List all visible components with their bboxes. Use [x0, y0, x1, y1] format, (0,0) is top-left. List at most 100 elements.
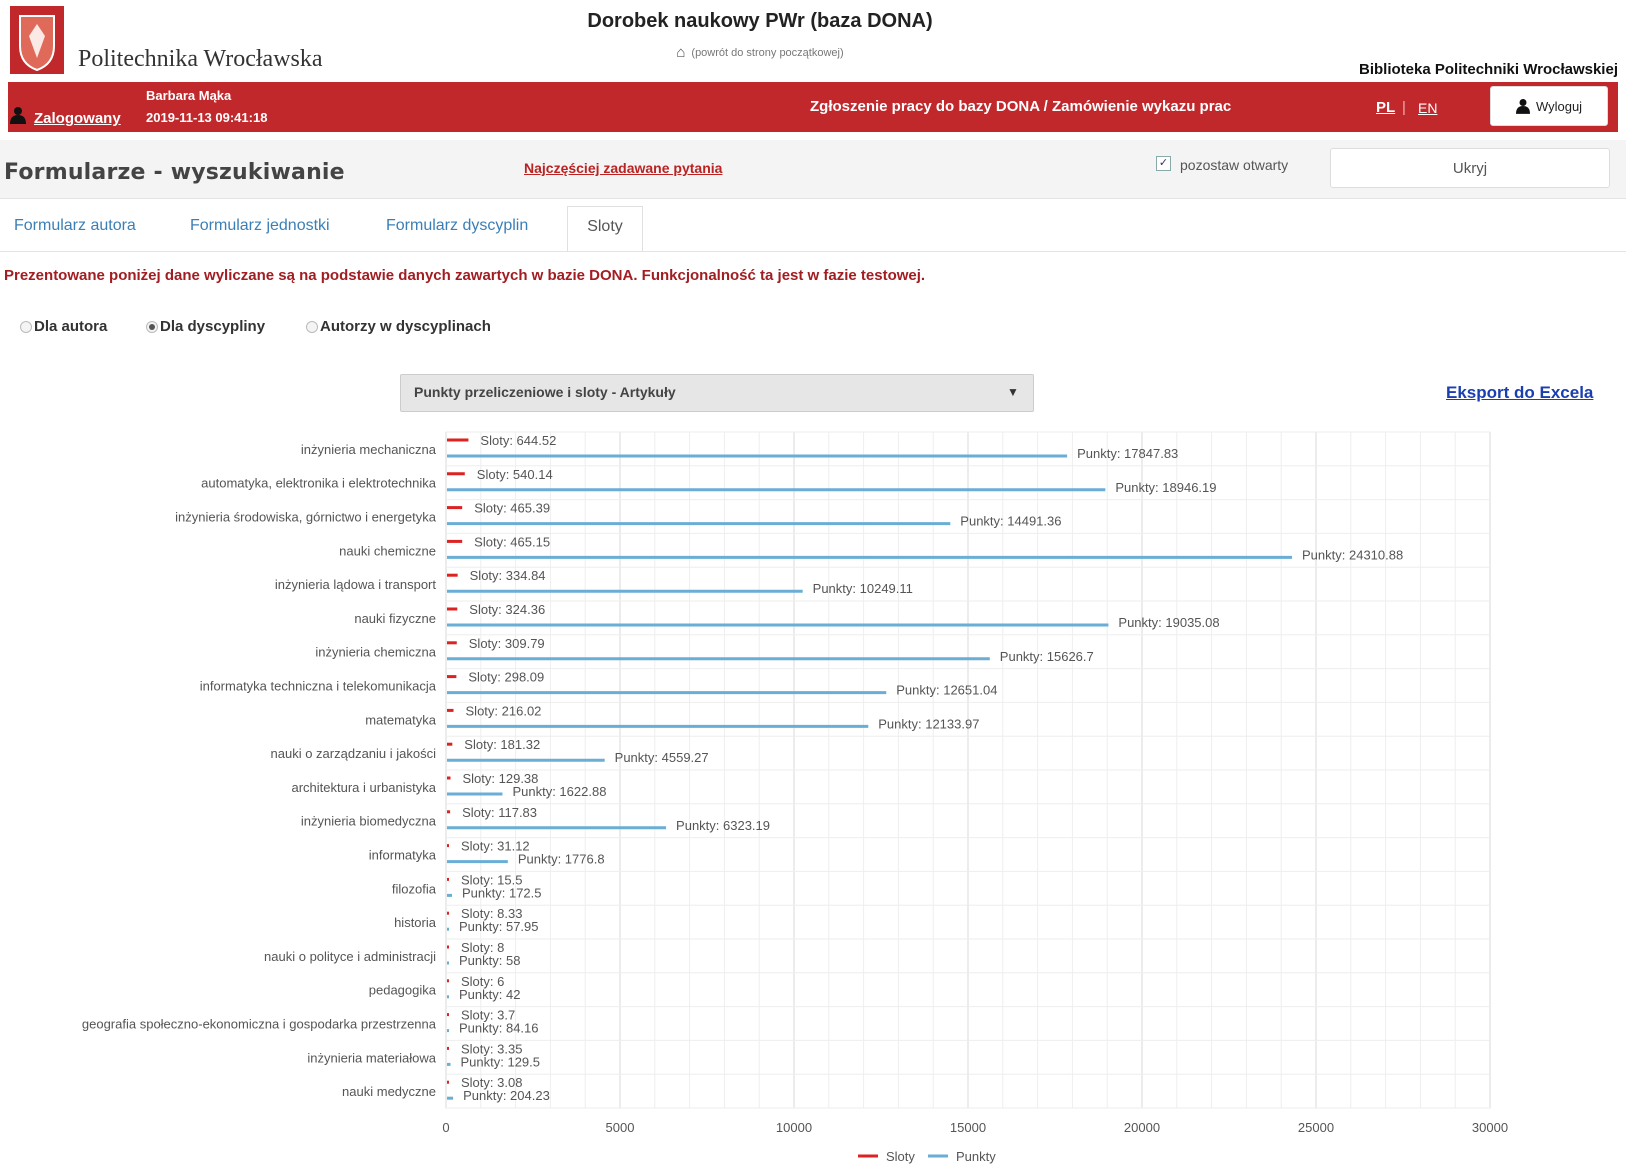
- points-data-label: Punkty: 1622.88: [512, 784, 606, 799]
- category-label: architektura i urbanistyka: [291, 780, 436, 795]
- library-name: Biblioteka Politechniki Wrocławskiej: [1359, 61, 1618, 78]
- x-tick-label: 20000: [1124, 1120, 1160, 1135]
- points-data-label: Punkty: 84.16: [459, 1021, 539, 1036]
- logged-in-link[interactable]: Zalogowany: [34, 110, 121, 127]
- slots-data-label: Sloty: 334.84: [470, 568, 546, 583]
- home-link[interactable]: ⌂ (powrót do strony początkowej): [0, 44, 1520, 61]
- x-tick-label: 0: [442, 1120, 449, 1135]
- category-label: inżynieria materiałowa: [307, 1050, 436, 1065]
- home-icon[interactable]: ⌂: [676, 44, 685, 61]
- language-separator: |: [1402, 99, 1406, 116]
- slots-data-label: Sloty: 465.15: [474, 534, 550, 549]
- slots-data-label: Sloty: 540.14: [477, 467, 553, 482]
- category-label: nauki chemiczne: [339, 543, 436, 558]
- x-tick-label: 25000: [1298, 1120, 1334, 1135]
- slots-data-label: Sloty: 181.32: [464, 737, 540, 752]
- points-data-label: Punkty: 172.5: [462, 885, 542, 900]
- points-data-label: Punkty: 58: [459, 953, 520, 968]
- category-label: nauki fizyczne: [354, 611, 436, 626]
- submit-work-link[interactable]: Zgłoszenie pracy do bazy DONA / Zamówien…: [810, 98, 1231, 115]
- user-icon: [10, 107, 26, 124]
- x-tick-label: 5000: [606, 1120, 635, 1135]
- keep-open-label[interactable]: pozostaw otwarty: [1180, 157, 1288, 173]
- category-label: inżynieria środowiska, górnictwo i energ…: [175, 510, 437, 525]
- slots-data-label: Sloty: 216.02: [466, 703, 542, 718]
- slots-data-label: Sloty: 309.79: [469, 636, 545, 651]
- points-data-label: Punkty: 17847.83: [1077, 446, 1178, 461]
- radio-indicator[interactable]: [146, 320, 158, 333]
- category-label: inżynieria lądowa i transport: [275, 577, 437, 592]
- x-tick-label: 10000: [776, 1120, 812, 1135]
- category-label: filozofia: [392, 881, 437, 896]
- home-link-label[interactable]: (powrót do strony początkowej): [691, 47, 843, 59]
- points-data-label: Punkty: 14491.36: [960, 514, 1061, 529]
- radio-authors-in-disciplines[interactable]: Autorzy w dyscyplinach: [306, 318, 491, 335]
- legend-points-label: Punkty: [956, 1149, 996, 1164]
- category-label: nauki medyczne: [342, 1084, 436, 1099]
- legend-slots-label: Sloty: [886, 1149, 915, 1164]
- radio-for-author[interactable]: Dla autora: [20, 318, 107, 335]
- dropdown-arrow-icon[interactable]: ▼: [1007, 385, 1019, 399]
- language-en-link[interactable]: EN: [1418, 100, 1437, 116]
- category-label: matematyka: [365, 712, 437, 727]
- category-label: automatyka, elektronika i elektrotechnik…: [201, 476, 437, 491]
- category-label: inżynieria mechaniczna: [301, 442, 437, 457]
- logout-label: Wyloguj: [1535, 98, 1583, 114]
- points-data-label: Punkty: 57.95: [459, 919, 539, 934]
- faq-link[interactable]: Najczęściej zadawane pytania: [524, 160, 722, 176]
- slots-data-label: Sloty: 644.52: [480, 433, 556, 448]
- slots-points-chart: 0 5000 10000 15000 20000 25000 30000 inżynieria…: [82, 431, 1508, 1164]
- points-data-label: Punkty: 12133.97: [878, 716, 979, 731]
- keep-open-checkbox[interactable]: ✓: [1156, 156, 1171, 171]
- points-data-label: Punkty: 6323.19: [676, 818, 770, 833]
- slots-data-label: Sloty: 117.83: [462, 805, 537, 820]
- points-data-label: Punkty: 4559.27: [615, 750, 709, 765]
- points-data-label: Punkty: 15626.7: [1000, 649, 1094, 664]
- points-data-label: Punkty: 12651.04: [896, 683, 997, 698]
- tab-discipline-form[interactable]: Formularz dyscyplin: [386, 206, 528, 252]
- language-pl-link[interactable]: PL: [1376, 99, 1395, 116]
- user-icon: [1515, 99, 1530, 114]
- tab-slots[interactable]: Sloty: [567, 206, 643, 252]
- points-data-label: Punkty: 204.23: [463, 1088, 550, 1103]
- x-tick-label: 15000: [950, 1120, 986, 1135]
- user-name: Barbara Mąka: [146, 88, 232, 103]
- test-phase-notice: Prezentowane poniżej dane wyliczane są n…: [4, 267, 926, 284]
- slots-data-label: Sloty: 298.09: [468, 670, 544, 685]
- logout-button[interactable]: Wyloguj: [1490, 86, 1608, 126]
- login-time: 2019-11-13 09:41:18: [146, 110, 268, 125]
- category-label: inżynieria chemiczna: [315, 645, 436, 660]
- points-data-label: Punkty: 42: [459, 987, 520, 1002]
- category-label: informatyka: [369, 848, 437, 863]
- category-label: historia: [394, 915, 437, 930]
- slots-data-label: Sloty: 465.39: [474, 501, 550, 516]
- points-data-label: Punkty: 129.5: [461, 1054, 541, 1069]
- radio-label[interactable]: Autorzy w dyscyplinach: [320, 318, 491, 335]
- category-label: geografia społeczno-ekonomiczna i gospod…: [82, 1017, 437, 1032]
- points-data-label: Punkty: 10249.11: [813, 581, 913, 596]
- points-data-label: Punkty: 19035.08: [1118, 615, 1219, 630]
- hide-button[interactable]: Ukryj: [1330, 148, 1610, 188]
- radio-indicator[interactable]: [20, 320, 32, 333]
- export-excel-link[interactable]: Eksport do Excela: [1446, 383, 1593, 403]
- points-data-label: Punkty: 18946.19: [1115, 480, 1216, 495]
- category-label: nauki o zarządzaniu i jakości: [271, 746, 437, 761]
- category-label: informatyka techniczna i telekomunikacja: [200, 679, 437, 694]
- category-label: pedagogika: [369, 983, 437, 998]
- radio-indicator[interactable]: [306, 320, 318, 333]
- radio-label[interactable]: Dla autora: [34, 318, 107, 335]
- slots-data-label: Sloty: 324.36: [469, 602, 545, 617]
- tab-unit-form[interactable]: Formularz jednostki: [190, 206, 330, 252]
- radio-for-discipline[interactable]: Dla dyscypliny: [146, 318, 265, 335]
- app-title: Dorobek naukowy PWr (baza DONA): [587, 10, 933, 32]
- tab-author-form[interactable]: Formularz autora: [14, 206, 136, 252]
- points-data-label: Punkty: 24310.88: [1302, 547, 1403, 562]
- points-data-label: Punkty: 1776.8: [518, 852, 605, 867]
- radio-label[interactable]: Dla dyscypliny: [160, 318, 265, 335]
- tab-divider: [0, 251, 1626, 252]
- forms-title: Formularze - wyszukiwanie: [4, 160, 345, 185]
- category-label: nauki o polityce i administracji: [264, 949, 436, 964]
- report-type-value[interactable]: Punkty przeliczeniowe i sloty - Artykuły: [414, 384, 676, 400]
- category-label: inżynieria biomedyczna: [301, 814, 437, 829]
- x-tick-label: 30000: [1472, 1120, 1508, 1135]
